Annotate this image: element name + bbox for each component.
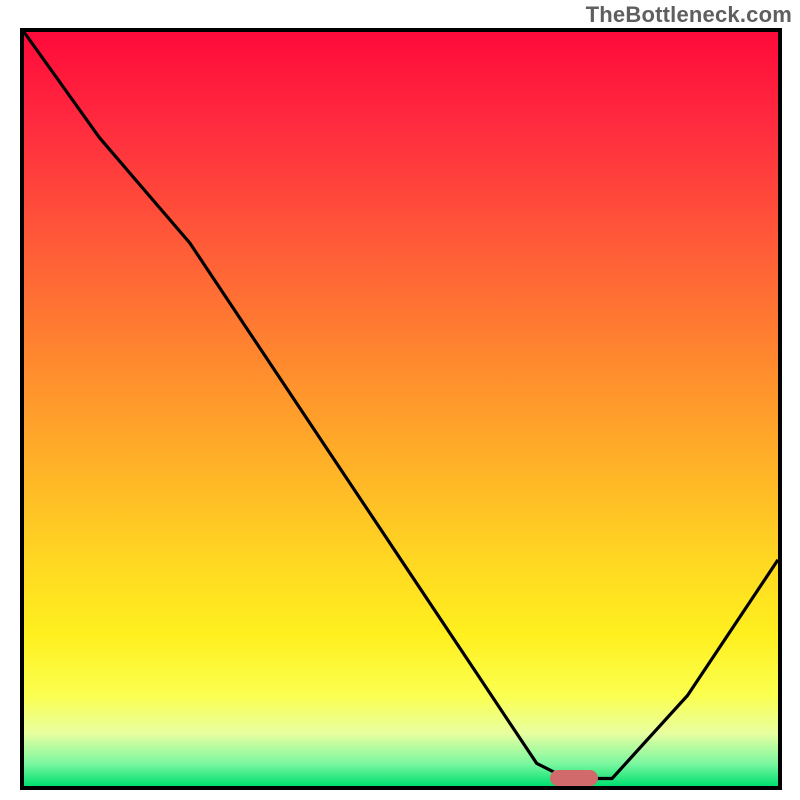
optimal-marker xyxy=(550,770,598,786)
watermark-text: TheBottleneck.com xyxy=(586,2,792,28)
chart-container: TheBottleneck.com xyxy=(0,0,800,800)
plot-area xyxy=(20,28,782,790)
curve-layer xyxy=(24,32,778,786)
bottleneck-curve xyxy=(24,32,778,779)
